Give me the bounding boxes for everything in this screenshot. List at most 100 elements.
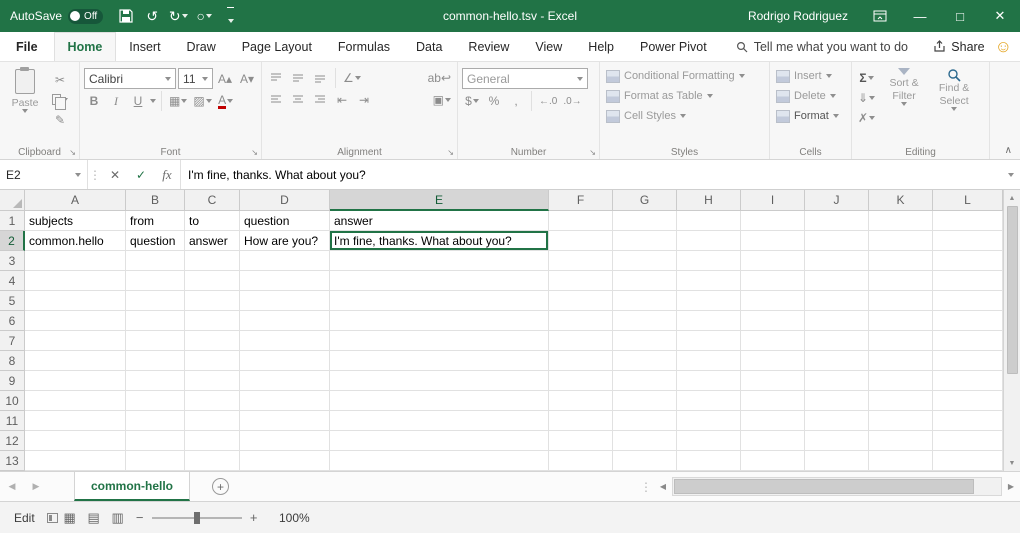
cell-C1[interactable]: to bbox=[185, 211, 240, 231]
underline-button[interactable]: U bbox=[128, 92, 148, 111]
cell-E9[interactable] bbox=[330, 371, 549, 391]
ribbon-display-options-button[interactable] bbox=[860, 0, 900, 32]
cell-D10[interactable] bbox=[240, 391, 330, 411]
new-sheet-button[interactable]: + bbox=[212, 478, 229, 495]
cell-D11[interactable] bbox=[240, 411, 330, 431]
vertical-scrollbar[interactable]: ▲ ▼ bbox=[1003, 190, 1020, 471]
cell-H5[interactable] bbox=[677, 291, 741, 311]
cell-E7[interactable] bbox=[330, 331, 549, 351]
formula-input[interactable]: I'm fine, thanks. What about you? bbox=[180, 160, 1002, 189]
italic-button[interactable]: I bbox=[106, 92, 126, 111]
cell-I2[interactable] bbox=[741, 231, 805, 251]
cell-styles-button[interactable]: Cell Styles bbox=[604, 106, 765, 126]
macro-record-icon[interactable] bbox=[47, 513, 58, 523]
cell-I11[interactable] bbox=[741, 411, 805, 431]
cell-E6[interactable] bbox=[330, 311, 549, 331]
cell-C13[interactable] bbox=[185, 451, 240, 471]
cell-B1[interactable]: from bbox=[126, 211, 185, 231]
cell-C3[interactable] bbox=[185, 251, 240, 271]
number-format-select[interactable]: General bbox=[462, 68, 588, 89]
cell-K5[interactable] bbox=[869, 291, 933, 311]
sort-filter-button[interactable]: Sort & Filter bbox=[881, 66, 927, 127]
row-header-2[interactable]: 2 bbox=[0, 231, 25, 251]
row-header-6[interactable]: 6 bbox=[0, 311, 25, 331]
cell-L7[interactable] bbox=[933, 331, 1003, 351]
cell-G3[interactable] bbox=[613, 251, 677, 271]
merge-center-button[interactable]: ▣ bbox=[431, 90, 453, 109]
tell-me-box[interactable]: Tell me what you want to do bbox=[736, 32, 908, 61]
zoom-slider-thumb[interactable] bbox=[194, 512, 200, 524]
cell-G2[interactable] bbox=[613, 231, 677, 251]
cell-L13[interactable] bbox=[933, 451, 1003, 471]
zoom-out-button[interactable]: − bbox=[130, 510, 150, 525]
cell-J2[interactable] bbox=[805, 231, 869, 251]
sheet-nav-right-icon[interactable]: ▶ bbox=[24, 472, 48, 501]
cell-F5[interactable] bbox=[549, 291, 613, 311]
cut-button[interactable]: ✂ bbox=[50, 70, 70, 89]
cell-H4[interactable] bbox=[677, 271, 741, 291]
cell-I9[interactable] bbox=[741, 371, 805, 391]
cell-E1[interactable]: answer bbox=[330, 211, 549, 231]
cell-H2[interactable] bbox=[677, 231, 741, 251]
column-header-D[interactable]: D bbox=[240, 190, 330, 211]
format-cells-button[interactable]: Format bbox=[774, 106, 847, 126]
undo-button[interactable]: ↺ bbox=[141, 4, 163, 28]
tab-power-pivot[interactable]: Power Pivot bbox=[627, 32, 720, 61]
cell-H13[interactable] bbox=[677, 451, 741, 471]
cell-A5[interactable] bbox=[25, 291, 126, 311]
cell-K7[interactable] bbox=[869, 331, 933, 351]
feedback-smiley-button[interactable]: ☺ bbox=[995, 32, 1012, 61]
column-header-B[interactable]: B bbox=[126, 190, 185, 211]
cell-C12[interactable] bbox=[185, 431, 240, 451]
cell-H3[interactable] bbox=[677, 251, 741, 271]
cell-D7[interactable] bbox=[240, 331, 330, 351]
redo-button[interactable]: ↻ bbox=[167, 4, 189, 28]
cell-L3[interactable] bbox=[933, 251, 1003, 271]
column-header-A[interactable]: A bbox=[25, 190, 126, 211]
cell-A2[interactable]: common.hello bbox=[25, 231, 126, 251]
cell-L1[interactable] bbox=[933, 211, 1003, 231]
cell-G8[interactable] bbox=[613, 351, 677, 371]
cell-G10[interactable] bbox=[613, 391, 677, 411]
cell-A12[interactable] bbox=[25, 431, 126, 451]
middle-align-button[interactable] bbox=[288, 69, 308, 88]
tab-data[interactable]: Data bbox=[403, 32, 455, 61]
cell-A3[interactable] bbox=[25, 251, 126, 271]
cell-L10[interactable] bbox=[933, 391, 1003, 411]
sheet-tab-common-hello[interactable]: common-hello bbox=[74, 472, 190, 501]
cell-A4[interactable] bbox=[25, 271, 126, 291]
page-break-view-button[interactable]: ▥ bbox=[106, 507, 130, 529]
cell-J10[interactable] bbox=[805, 391, 869, 411]
column-header-J[interactable]: J bbox=[805, 190, 869, 211]
align-right-button[interactable] bbox=[310, 90, 330, 109]
increase-indent-button[interactable]: ⇥ bbox=[354, 90, 374, 109]
clear-button[interactable]: ✗ bbox=[856, 108, 877, 127]
cancel-button[interactable]: ✕ bbox=[102, 160, 128, 189]
cell-J8[interactable] bbox=[805, 351, 869, 371]
bottom-align-button[interactable] bbox=[310, 69, 330, 88]
cell-G6[interactable] bbox=[613, 311, 677, 331]
decrease-indent-button[interactable]: ⇤ bbox=[332, 90, 352, 109]
cell-D4[interactable] bbox=[240, 271, 330, 291]
name-box[interactable]: E2 bbox=[0, 160, 88, 189]
cell-A7[interactable] bbox=[25, 331, 126, 351]
row-header-10[interactable]: 10 bbox=[0, 391, 25, 411]
cell-F11[interactable] bbox=[549, 411, 613, 431]
cell-G12[interactable] bbox=[613, 431, 677, 451]
cell-A8[interactable] bbox=[25, 351, 126, 371]
cell-K3[interactable] bbox=[869, 251, 933, 271]
cell-C9[interactable] bbox=[185, 371, 240, 391]
column-header-K[interactable]: K bbox=[869, 190, 933, 211]
row-header-1[interactable]: 1 bbox=[0, 211, 25, 231]
cell-I6[interactable] bbox=[741, 311, 805, 331]
row-header-12[interactable]: 12 bbox=[0, 431, 25, 451]
save-button[interactable] bbox=[115, 4, 137, 28]
cell-I12[interactable] bbox=[741, 431, 805, 451]
cell-F13[interactable] bbox=[549, 451, 613, 471]
cell-B4[interactable] bbox=[126, 271, 185, 291]
cell-L11[interactable] bbox=[933, 411, 1003, 431]
cell-F2[interactable] bbox=[549, 231, 613, 251]
cell-J6[interactable] bbox=[805, 311, 869, 331]
cell-H11[interactable] bbox=[677, 411, 741, 431]
cell-B10[interactable] bbox=[126, 391, 185, 411]
